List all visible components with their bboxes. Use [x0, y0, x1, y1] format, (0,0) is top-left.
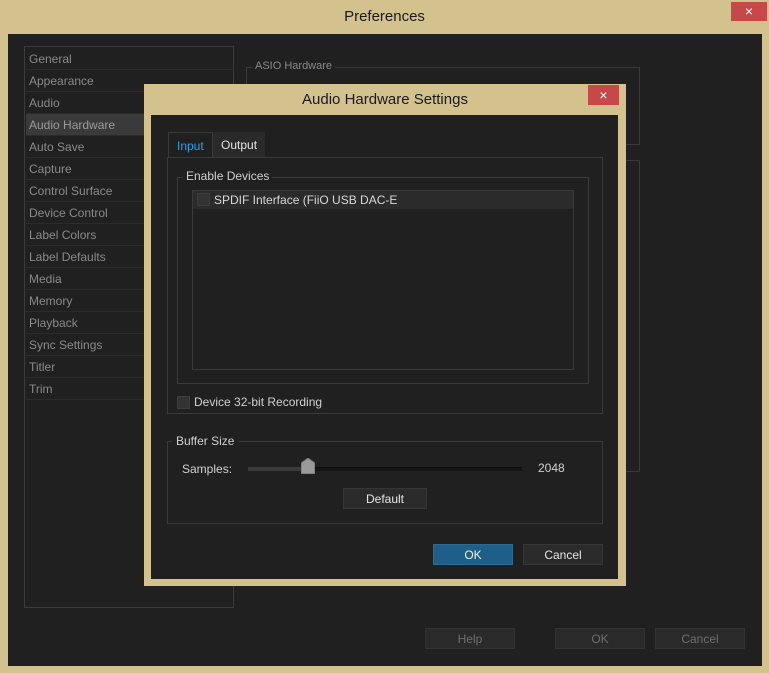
device-32bit-checkbox[interactable]: [177, 396, 190, 409]
tab-output[interactable]: Output: [213, 132, 265, 158]
device-list: [192, 190, 574, 370]
buffer-size-group: [167, 441, 603, 524]
dialog-cancel-button[interactable]: Cancel: [523, 544, 603, 565]
preferences-ok-button[interactable]: OK: [555, 628, 645, 649]
preferences-cancel-button[interactable]: Cancel: [655, 628, 745, 649]
tab-input[interactable]: Input: [168, 132, 213, 158]
samples-slider-fill: [248, 467, 309, 471]
asio-hardware-label: ASIO Hardware: [252, 60, 336, 74]
samples-label: Samples:: [182, 462, 233, 476]
help-button[interactable]: Help: [425, 628, 515, 649]
enable-devices-label: Enable Devices: [183, 169, 273, 183]
samples-value: 2048: [538, 461, 565, 475]
default-button[interactable]: Default: [343, 488, 427, 509]
buffer-size-label: Buffer Size: [172, 434, 239, 448]
category-general[interactable]: General: [26, 48, 234, 70]
dialog-title: Audio Hardware Settings: [302, 91, 468, 108]
dialog-ok-button[interactable]: OK: [433, 544, 513, 565]
device-checkbox[interactable]: [197, 193, 210, 206]
tab-bar: Input Output: [168, 132, 268, 158]
device-name: SPDIF Interface (FiiO USB DAC-E: [214, 193, 398, 207]
device-32bit-label: Device 32-bit Recording: [194, 395, 323, 409]
dialog-close-icon[interactable]: ×: [588, 85, 619, 105]
samples-slider-thumb[interactable]: [300, 457, 316, 475]
slider-thumb-icon: [300, 457, 316, 475]
preferences-close-icon[interactable]: ×: [731, 2, 767, 21]
preferences-title: Preferences: [344, 8, 425, 25]
